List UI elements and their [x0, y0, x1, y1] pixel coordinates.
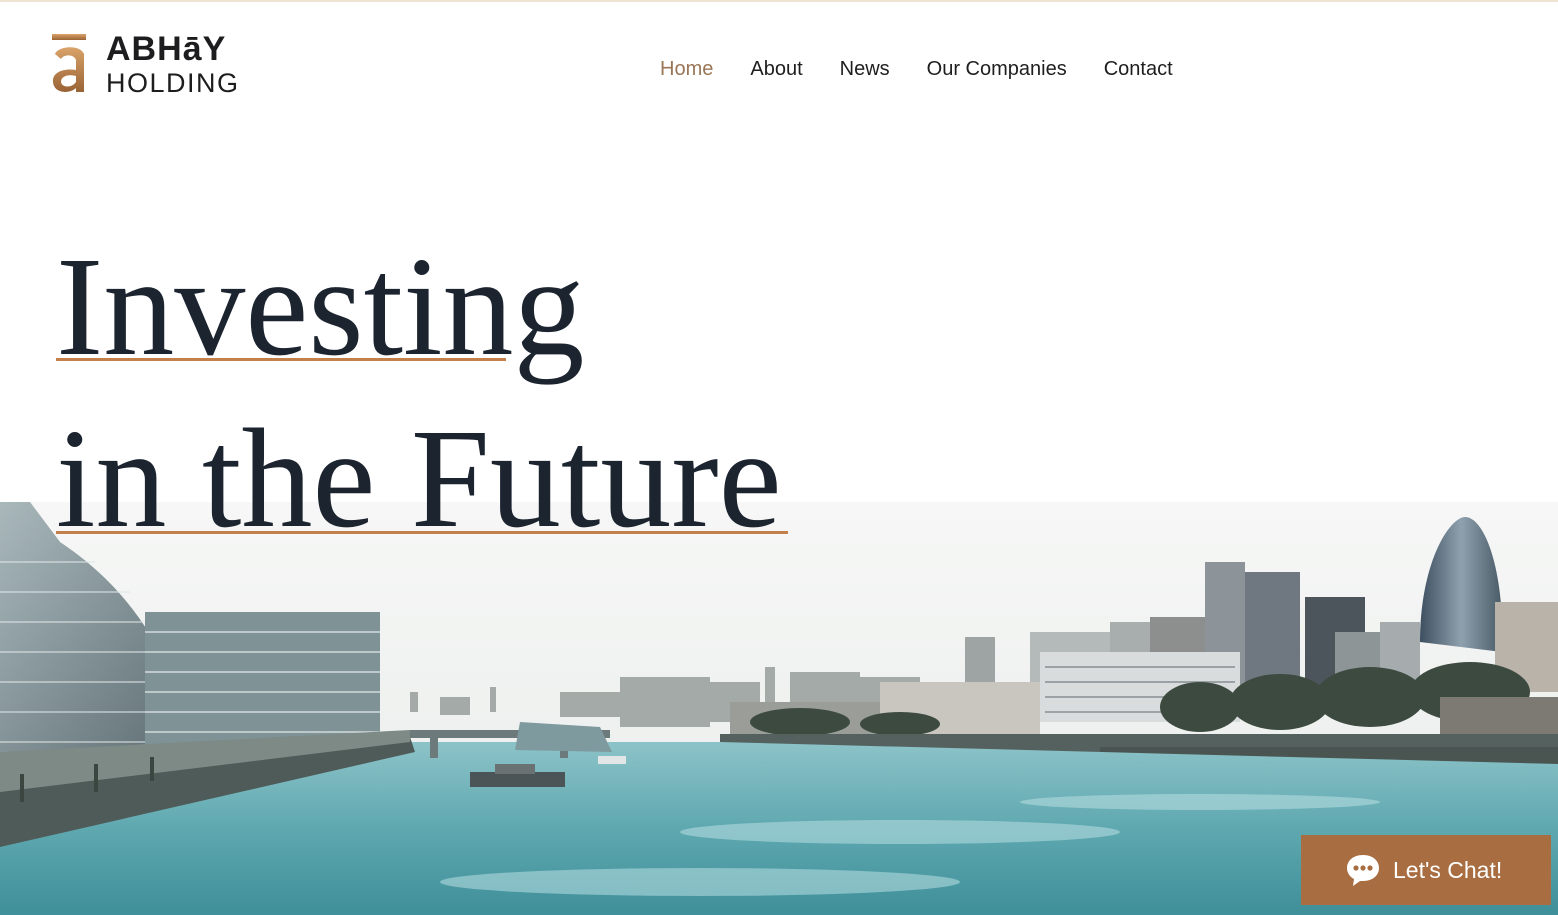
chat-label: Let's Chat! — [1393, 856, 1503, 883]
brand-logo[interactable]: ABHāY HOLDING — [50, 30, 250, 98]
headline-line-1: Investing — [56, 227, 585, 385]
chat-bubble-icon — [1347, 855, 1379, 886]
headline-line-2: in the Future — [56, 399, 782, 557]
top-border — [0, 0, 1558, 2]
headline-underline-2 — [56, 531, 788, 534]
brand-subtitle: HOLDING — [106, 68, 240, 98]
nav-contact[interactable]: Contact — [1104, 56, 1173, 82]
hero-headline: Investing in the Future — [56, 220, 782, 564]
lets-chat-button[interactable]: Let's Chat! — [1301, 835, 1551, 905]
nav-news[interactable]: News — [840, 56, 890, 82]
nav-home[interactable]: Home — [660, 56, 713, 82]
headline-underline-1 — [56, 358, 506, 361]
main-nav: Home About News Our Companies Contact — [660, 56, 1210, 82]
brand-name: ABHāY — [106, 30, 227, 68]
nav-about[interactable]: About — [750, 56, 802, 82]
letter-a-macron-logo-icon — [52, 34, 86, 92]
nav-our-companies[interactable]: Our Companies — [927, 56, 1067, 82]
